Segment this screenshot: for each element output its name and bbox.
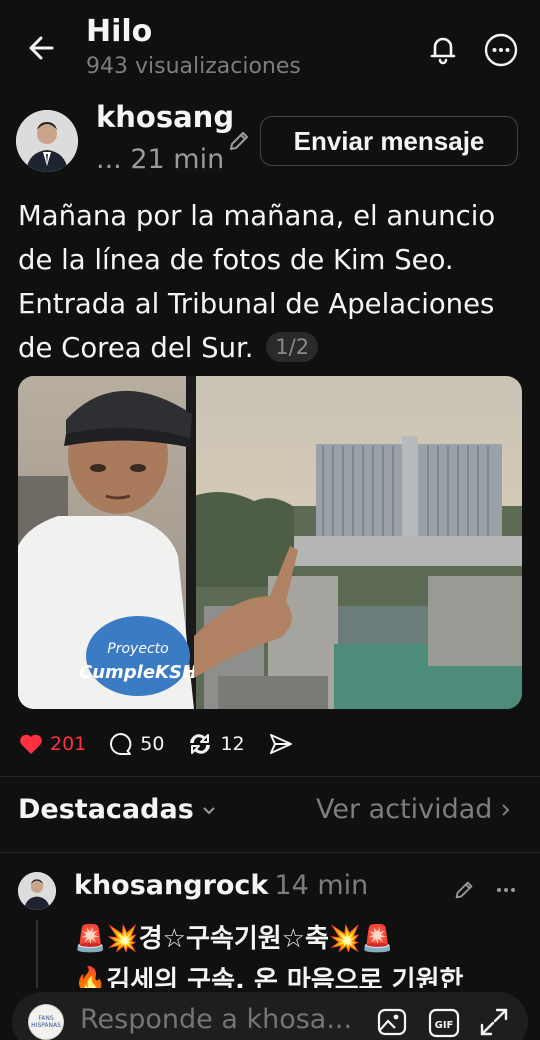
chevron-down-icon (203, 806, 215, 814)
comment-count: 50 (140, 733, 165, 755)
more-options-icon[interactable] (482, 31, 520, 69)
heart-icon (20, 734, 42, 754)
comment-icon (110, 733, 132, 755)
image-icon[interactable] (376, 1006, 408, 1038)
divider (0, 776, 540, 777)
activity-label: Ver actividad (316, 794, 493, 825)
repost-count: 12 (220, 733, 245, 755)
composer-avatar: FANS HISPANAS (28, 1004, 64, 1040)
featured-dropdown[interactable]: Destacadas (18, 794, 220, 825)
author-avatar[interactable] (16, 110, 78, 172)
gif-label: GIF (435, 1020, 454, 1031)
view-activity-link[interactable]: Ver actividad (316, 794, 516, 825)
action-bar: 201 50 12 (18, 728, 323, 760)
repost-icon (190, 734, 211, 754)
post-body: Mañana por la mañana, el anuncio de la l… (18, 200, 496, 364)
pencil-icon[interactable] (226, 128, 252, 154)
like-count: 201 (50, 733, 87, 755)
post-text: Mañana por la mañana, el anuncio de la l… (18, 194, 522, 370)
page-title: Hilo (86, 14, 153, 49)
post-time: ... 21 min (96, 144, 225, 175)
back-arrow-icon[interactable] (24, 30, 60, 66)
svg-text:CumpleKSH: CumpleKSH (79, 662, 197, 683)
reply-author[interactable]: khosangrock 14 min (74, 870, 368, 901)
featured-label: Destacadas (18, 794, 194, 825)
share-button[interactable] (267, 731, 301, 757)
more-horizontal-icon[interactable] (494, 878, 518, 902)
reply-author-name: khosangrock (74, 870, 269, 901)
expand-icon[interactable] (478, 1006, 510, 1038)
pencil-icon[interactable] (452, 878, 476, 902)
page-indicator: 1/2 (266, 332, 319, 362)
chevron-right-icon (502, 803, 510, 816)
bell-icon[interactable] (424, 30, 462, 68)
reply-line-1: 🚨💥경☆구속기원☆축💥🚨 (74, 924, 394, 954)
send-icon (269, 734, 292, 754)
shirt-text: Proyecto (107, 641, 168, 657)
send-message-button[interactable]: Enviar mensaje (260, 116, 518, 166)
divider (0, 852, 540, 853)
reply-avatar[interactable] (18, 872, 56, 910)
reply-time: 14 min (274, 870, 369, 901)
like-button[interactable]: 201 (18, 732, 86, 756)
repost-button[interactable]: 12 (186, 731, 245, 757)
gif-icon[interactable]: GIF (428, 1008, 460, 1038)
post-photo[interactable]: Proyecto CumpleKSH (18, 376, 522, 709)
comment-button[interactable]: 50 (108, 731, 164, 757)
author-name[interactable]: khosang (96, 100, 234, 134)
view-count: 943 visualizaciones (86, 54, 301, 79)
reply-input[interactable] (80, 1004, 360, 1035)
